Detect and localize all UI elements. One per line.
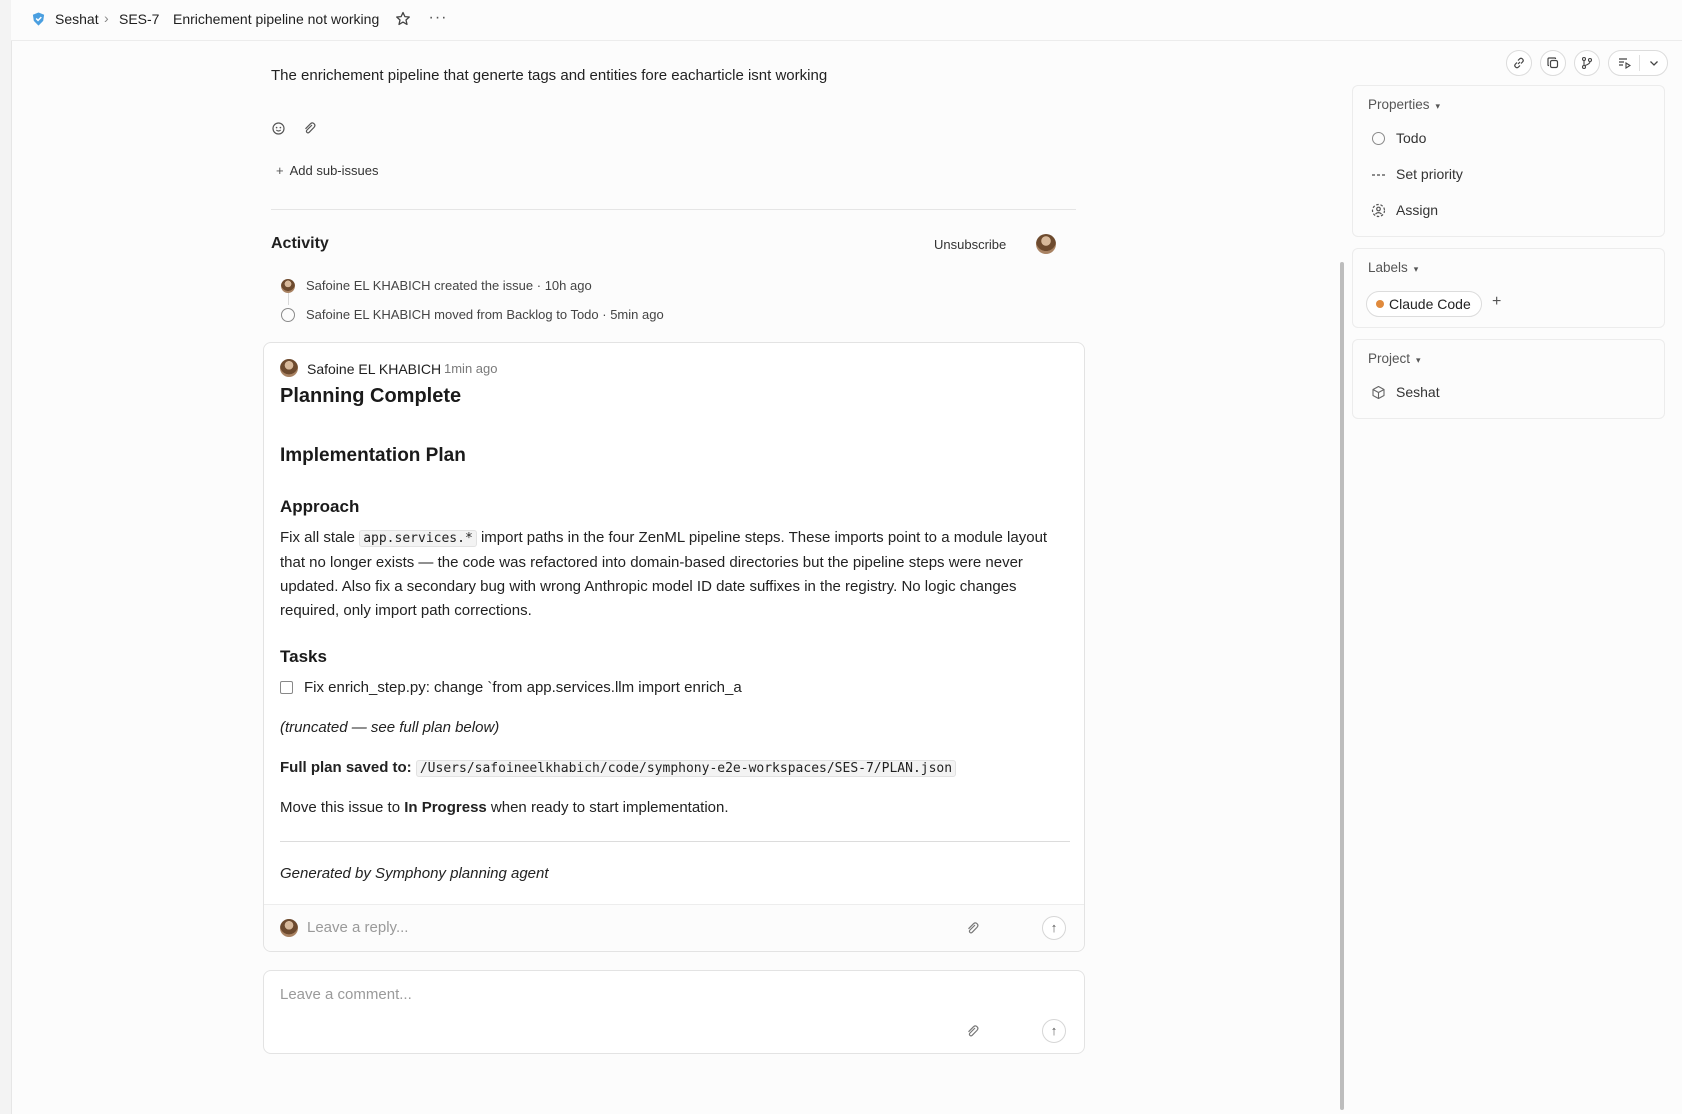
labels-heading[interactable]: Labels ▾ xyxy=(1368,260,1418,275)
approach-heading: Approach xyxy=(280,497,360,516)
comment-composer[interactable]: Leave a comment... ↑ xyxy=(263,970,1085,1054)
activity-event-text: Safoine EL KHABICH moved from Backlog to… xyxy=(306,307,664,322)
avatar xyxy=(281,278,295,293)
horizontal-rule xyxy=(280,841,1070,842)
assignee-property[interactable]: Assign xyxy=(1371,202,1438,218)
plan-saved-label: Full plan saved to: xyxy=(280,759,412,776)
plan-path-code: /Users/safoineelkhabich/code/symphony-e2… xyxy=(415,760,957,777)
git-branch-icon xyxy=(1581,56,1593,70)
add-label-icon[interactable]: + xyxy=(1492,293,1501,311)
project-panel: Project ▾ Seshat xyxy=(1352,339,1665,419)
list-play-icon[interactable] xyxy=(1617,56,1631,70)
task-label: Fix enrich_step.py: change `from app.ser… xyxy=(304,679,742,696)
assign-user-icon xyxy=(1371,203,1386,217)
task-item: Fix enrich_step.py: change `from app.ser… xyxy=(280,679,742,696)
comment-author[interactable]: Safoine EL KHABICH xyxy=(307,361,441,377)
caret-down-icon: ▾ xyxy=(1435,101,1441,111)
move-text-end: when ready to start implementation. xyxy=(486,799,729,816)
labels-panel: Labels ▾ Claude Code + xyxy=(1352,248,1665,328)
no-priority-icon xyxy=(1372,173,1385,176)
plan-saved-line: Full plan saved to: /Users/safoineelkhab… xyxy=(280,759,957,777)
more-options-icon[interactable]: ··· xyxy=(426,9,450,29)
project-heading[interactable]: Project ▾ xyxy=(1368,351,1421,366)
copy-branch-button[interactable] xyxy=(1574,50,1600,76)
plan-heading: Implementation Plan xyxy=(280,445,466,466)
attachment-icon[interactable] xyxy=(964,920,980,936)
reply-bar: Leave a reply... ↑ xyxy=(264,904,1084,951)
send-comment-button[interactable]: ↑ xyxy=(1042,1019,1066,1043)
copy-link-button[interactable] xyxy=(1506,50,1532,76)
caret-down-icon: ▾ xyxy=(1416,355,1421,365)
top-bar: Seshat › SES-7 Enrichement pipeline not … xyxy=(11,0,1682,41)
approach-text-start: Fix all stale xyxy=(280,529,360,546)
activity-event: Safoine EL KHABICH created the issue · 1… xyxy=(281,278,592,293)
copy-icon xyxy=(1547,57,1559,69)
add-sub-issues-button[interactable]: + Add sub-issues xyxy=(276,163,378,178)
divider xyxy=(1639,55,1640,71)
avatar xyxy=(280,919,298,937)
caret-down-icon: ▾ xyxy=(1413,264,1419,274)
priority-property[interactable]: Set priority xyxy=(1371,166,1463,182)
breadcrumb-issue-title[interactable]: Enrichement pipeline not working xyxy=(173,11,379,27)
issue-description[interactable]: The enrichement pipeline that generte ta… xyxy=(271,67,827,84)
generated-by-note: Generated by Symphony planning agent xyxy=(280,865,549,882)
breadcrumb-team[interactable]: Seshat xyxy=(55,11,99,27)
emoji-reaction-icon[interactable] xyxy=(271,120,287,136)
description-toolbar xyxy=(271,120,317,136)
approach-paragraph: Fix all stale app.services.* import path… xyxy=(280,526,1070,623)
move-status: In Progress xyxy=(404,799,487,816)
properties-heading[interactable]: Properties ▾ xyxy=(1368,97,1440,112)
attachment-icon[interactable] xyxy=(964,1023,980,1039)
send-reply-button[interactable]: ↑ xyxy=(1042,916,1066,940)
link-icon xyxy=(1514,57,1524,69)
properties-title: Properties xyxy=(1368,97,1430,112)
status-value: Todo xyxy=(1396,130,1427,146)
move-text: Move this issue to xyxy=(280,799,405,816)
status-property[interactable]: Todo xyxy=(1371,130,1426,146)
properties-panel: Properties ▾ Todo Set priority Assign xyxy=(1352,85,1665,237)
activity-event-text: Safoine EL KHABICH created the issue · 1… xyxy=(306,278,592,293)
activity-event: Safoine EL KHABICH moved from Backlog to… xyxy=(281,307,664,322)
comment-input[interactable]: Leave a comment... xyxy=(280,986,412,1003)
priority-value: Set priority xyxy=(1396,166,1463,182)
comment-time[interactable]: 1min ago xyxy=(444,361,497,376)
add-sub-issues-label: Add sub-issues xyxy=(289,163,379,178)
team-logo-icon[interactable] xyxy=(31,11,46,27)
reply-input[interactable]: Leave a reply... xyxy=(307,919,408,936)
star-icon[interactable] xyxy=(393,9,413,29)
scrollbar[interactable] xyxy=(1340,262,1344,1110)
agent-actions-group xyxy=(1608,50,1668,76)
label-color-dot xyxy=(1376,300,1384,308)
task-checkbox[interactable] xyxy=(280,681,293,694)
status-todo-icon xyxy=(281,307,295,322)
section-divider xyxy=(271,209,1076,210)
project-value: Seshat xyxy=(1396,384,1440,400)
breadcrumb-chevron-icon: › xyxy=(104,10,109,26)
inline-code: app.services.* xyxy=(359,530,477,547)
plus-icon: + xyxy=(276,163,284,178)
project-title: Project xyxy=(1368,351,1411,366)
unsubscribe-button[interactable]: Unsubscribe xyxy=(934,237,1006,252)
attachment-icon[interactable] xyxy=(301,120,317,136)
activity-heading: Activity xyxy=(271,235,329,252)
label-chip[interactable]: Claude Code xyxy=(1366,291,1482,317)
status-todo-icon xyxy=(1371,131,1386,146)
label-name: Claude Code xyxy=(1389,296,1471,312)
truncated-note: (truncated — see full plan below) xyxy=(280,719,500,736)
avatar[interactable] xyxy=(280,359,298,377)
breadcrumb-issue-id[interactable]: SES-7 xyxy=(119,11,159,27)
copy-id-button[interactable] xyxy=(1540,50,1566,76)
labels-title: Labels xyxy=(1368,260,1408,275)
assignee-value: Assign xyxy=(1396,202,1439,218)
comment-card: Safoine EL KHABICH 1min ago Planning Com… xyxy=(263,342,1085,952)
move-instruction: Move this issue to In Progress when read… xyxy=(280,799,729,816)
chevron-down-icon[interactable] xyxy=(1648,57,1660,69)
subscriber-avatar[interactable] xyxy=(1036,234,1056,254)
comment-heading: Planning Complete xyxy=(280,385,462,407)
project-cube-icon xyxy=(1372,385,1385,399)
tasks-heading: Tasks xyxy=(280,647,327,666)
project-property[interactable]: Seshat xyxy=(1371,384,1440,400)
